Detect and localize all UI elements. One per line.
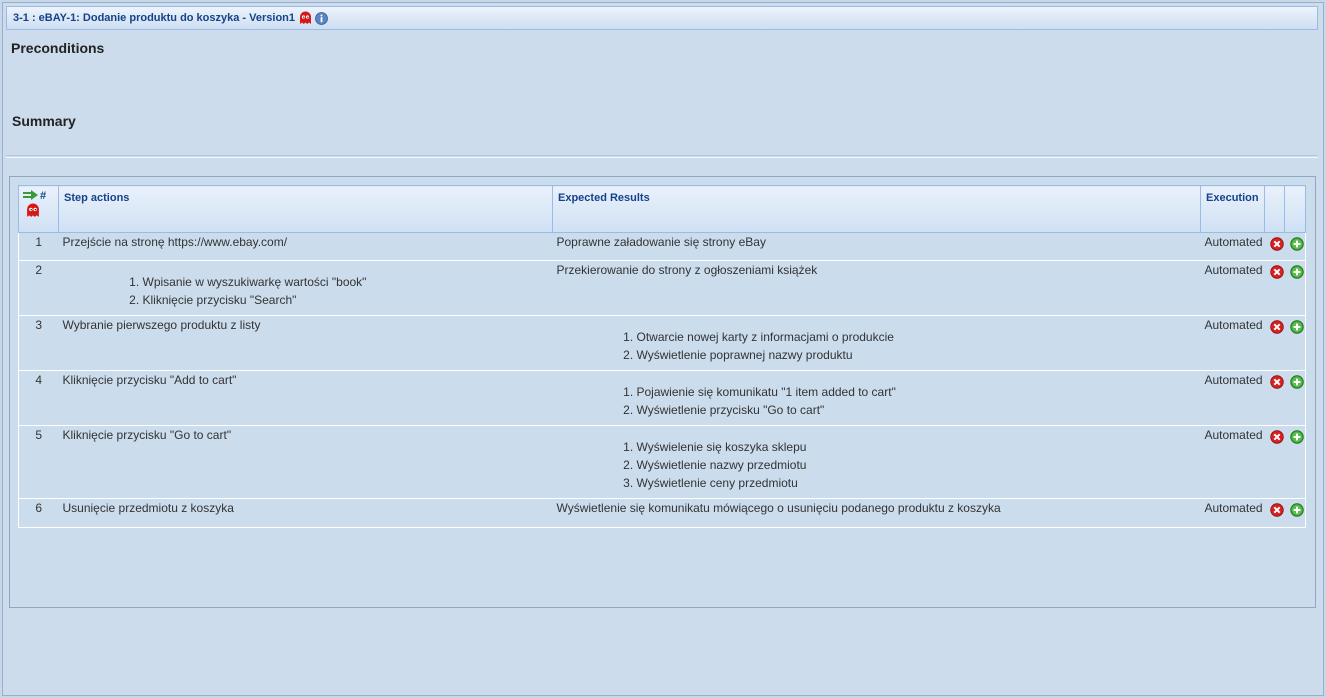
step-action[interactable]: Wpisanie w wyszukiwarkę wartości "book" … — [58, 260, 553, 316]
step-result-item: Wyświetlenie przycisku "Go to cart" — [637, 401, 1197, 419]
add-icon[interactable] — [1289, 265, 1304, 279]
header-add-col — [1284, 185, 1306, 233]
step-result[interactable]: Otwarcie nowej karty z informacjami o pr… — [552, 315, 1201, 371]
ghost-icon[interactable] — [299, 11, 312, 25]
step-action[interactable]: Przejście na stronę https://www.ebay.com… — [58, 232, 553, 261]
delete-icon[interactable] — [1269, 237, 1284, 251]
table-row[interactable]: 5 Kliknięcie przycisku "Go to cart" Wyśw… — [18, 425, 1306, 499]
step-execution[interactable]: Automated — [1200, 315, 1265, 371]
table-row[interactable]: 3 Wybranie pierwszego produktu z listy O… — [18, 315, 1306, 371]
step-result-item: Wyświetlenie nazwy przedmiotu — [637, 456, 1197, 474]
step-result[interactable]: Przekierowanie do strony z ogłoszeniami … — [552, 260, 1201, 316]
delete-cell — [1264, 498, 1285, 528]
add-cell — [1284, 498, 1306, 528]
header-step-actions[interactable]: Step actions — [58, 185, 553, 233]
step-result-item: Wyświetlenie ceny przedmiotu — [637, 474, 1197, 492]
step-execution[interactable]: Automated — [1200, 370, 1265, 426]
test-case-title: 3-1 : eBAY-1: Dodanie produktu do koszyk… — [13, 12, 295, 24]
step-execution[interactable]: Automated — [1200, 260, 1265, 316]
delete-cell — [1264, 425, 1285, 499]
step-number: 2 — [18, 260, 59, 316]
step-execution[interactable]: Automated — [1200, 498, 1265, 528]
table-row[interactable]: 2 Wpisanie w wyszukiwarkę wartości "book… — [18, 260, 1306, 316]
step-number: 6 — [18, 498, 59, 528]
add-cell — [1284, 425, 1306, 499]
delete-cell — [1264, 370, 1285, 426]
step-action[interactable]: Wybranie pierwszego produktu z listy — [58, 315, 553, 371]
add-cell — [1284, 315, 1306, 371]
steps-header-row: # Step actions Expected Results Executio… — [18, 185, 1306, 233]
add-icon[interactable] — [1289, 430, 1304, 444]
delete-icon[interactable] — [1269, 320, 1284, 334]
step-result[interactable]: Wyświelenie się koszyka sklepu Wyświetle… — [552, 425, 1201, 499]
step-result-item: Wyświelenie się koszyka sklepu — [637, 438, 1197, 456]
add-cell — [1284, 260, 1306, 316]
info-icon[interactable] — [315, 11, 328, 25]
add-cell — [1284, 370, 1306, 426]
delete-icon[interactable] — [1269, 430, 1284, 444]
header-delete-col — [1264, 185, 1285, 233]
add-icon[interactable] — [1289, 237, 1304, 251]
reorder-icon[interactable] — [23, 190, 39, 202]
table-row[interactable]: 4 Kliknięcie przycisku "Add to cart" Poj… — [18, 370, 1306, 426]
test-case-title-bar: 3-1 : eBAY-1: Dodanie produktu do koszyk… — [6, 6, 1318, 30]
step-action[interactable]: Kliknięcie przycisku "Go to cart" — [58, 425, 553, 499]
summary-heading: Summary — [12, 113, 76, 129]
step-action-item: Kliknięcie przycisku "Search" — [143, 291, 549, 309]
delete-icon[interactable] — [1269, 503, 1284, 517]
delete-cell — [1264, 260, 1285, 316]
step-result[interactable]: Wyświetlenie się komunikatu mówiącego o … — [552, 498, 1201, 528]
steps-table: # Step actions Expected Results Executio… — [18, 185, 1306, 528]
step-number: 3 — [18, 315, 59, 371]
delete-cell — [1264, 232, 1285, 261]
step-action[interactable]: Usunięcie przedmiotu z koszyka — [58, 498, 553, 528]
step-number: 1 — [18, 232, 59, 261]
step-result[interactable]: Pojawienie się komunikatu "1 item added … — [552, 370, 1201, 426]
header-execution[interactable]: Execution — [1200, 185, 1265, 233]
step-execution[interactable]: Automated — [1200, 232, 1265, 261]
delete-cell — [1264, 315, 1285, 371]
table-row[interactable]: 6 Usunięcie przedmiotu z koszyka Wyświet… — [18, 498, 1306, 528]
ghost-icon[interactable] — [26, 203, 40, 218]
add-icon[interactable] — [1289, 375, 1304, 389]
step-action[interactable]: Kliknięcie przycisku "Add to cart" — [58, 370, 553, 426]
step-number: 5 — [18, 425, 59, 499]
step-result[interactable]: Poprawne załadowanie się strony eBay — [552, 232, 1201, 261]
section-divider — [6, 155, 1318, 158]
add-icon[interactable] — [1289, 503, 1304, 517]
add-cell — [1284, 232, 1306, 261]
header-expected-results[interactable]: Expected Results — [552, 185, 1201, 233]
step-action-item: Wpisanie w wyszukiwarkę wartości "book" — [143, 273, 549, 291]
step-number: 4 — [18, 370, 59, 426]
delete-icon[interactable] — [1269, 265, 1284, 279]
step-execution[interactable]: Automated — [1200, 425, 1265, 499]
header-num: # — [18, 185, 59, 233]
preconditions-heading: Preconditions — [11, 40, 105, 56]
table-row[interactable]: 1 Przejście na stronę https://www.ebay.c… — [18, 232, 1306, 261]
step-result-item: Otwarcie nowej karty z informacjami o pr… — [637, 328, 1197, 346]
delete-icon[interactable] — [1269, 375, 1284, 389]
step-result-item: Pojawienie się komunikatu "1 item added … — [637, 383, 1197, 401]
add-icon[interactable] — [1289, 320, 1304, 334]
header-num-label: # — [40, 190, 47, 202]
step-result-item: Wyświetlenie poprawnej nazwy produktu — [637, 346, 1197, 364]
